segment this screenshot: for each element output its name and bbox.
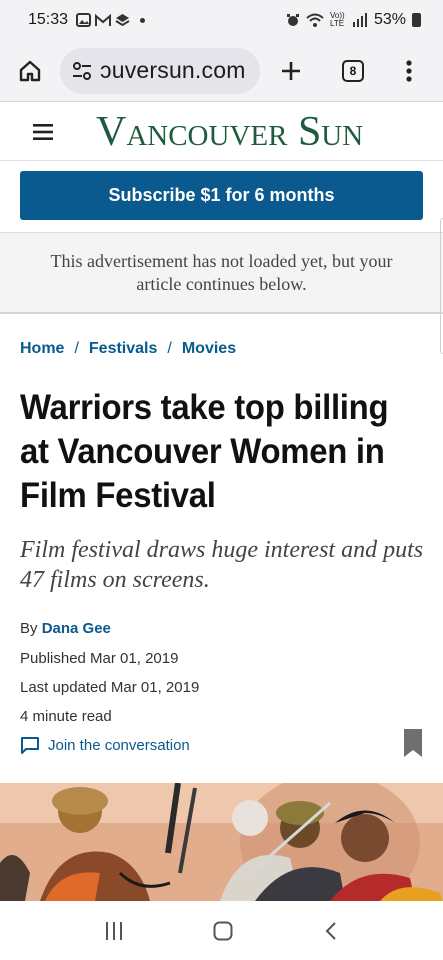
ad-placeholder: This advertisement has not loaded yet, b… xyxy=(0,232,443,314)
breadcrumb-home[interactable]: Home xyxy=(20,340,64,358)
join-conversation-link[interactable]: Join the conversation xyxy=(20,736,190,754)
back-nav-icon[interactable] xyxy=(325,921,337,941)
gallery-icon xyxy=(76,13,92,27)
home-nav-icon[interactable] xyxy=(213,921,233,941)
site-logo[interactable]: Vancouver Sun xyxy=(96,111,363,153)
breadcrumb-separator: / xyxy=(167,340,172,357)
battery-icon xyxy=(412,13,421,27)
status-time: 15:33 xyxy=(28,11,69,28)
bookmark-icon[interactable] xyxy=(402,728,424,758)
plus-icon xyxy=(282,61,300,80)
recents-bar xyxy=(112,921,115,940)
article-headline: Warriors take top billing at Vancouver W… xyxy=(20,388,389,515)
tab-count: 8 xyxy=(342,59,364,82)
wifi-icon xyxy=(306,13,324,27)
more-vert-icon xyxy=(406,59,412,82)
site-menu-button[interactable] xyxy=(0,103,86,161)
browser-toolbar: ɔuversun.com 8 xyxy=(0,40,443,102)
site-settings-icon[interactable] xyxy=(70,59,94,83)
updated-date: Last updated Mar 01, 2019 xyxy=(20,679,200,696)
breadcrumb: Home / Festivals / Movies xyxy=(20,340,236,358)
site-header: Vancouver Sun xyxy=(0,103,443,161)
tabs-button[interactable]: 8 xyxy=(322,40,384,102)
layers-icon xyxy=(115,14,130,27)
hero-scene xyxy=(0,783,443,901)
new-tab-button[interactable] xyxy=(260,40,322,102)
hamburger-icon xyxy=(33,123,53,140)
signal-icon xyxy=(352,13,367,27)
system-navigation-bar xyxy=(0,901,443,960)
subscribe-button[interactable]: Subscribe $1 for 6 months xyxy=(20,171,423,220)
home-button[interactable] xyxy=(0,40,60,102)
recents-bar xyxy=(105,921,108,940)
article-hero-image xyxy=(0,783,443,901)
alarm-icon xyxy=(286,14,299,26)
breadcrumb-movies[interactable]: Movies xyxy=(182,340,236,358)
breadcrumb-separator: / xyxy=(74,340,79,357)
comment-icon xyxy=(21,737,39,754)
ad-placeholder-text: This advertisement has not loaded yet, b… xyxy=(50,250,393,294)
gmail-icon xyxy=(95,13,112,26)
address-bar[interactable]: ɔuversun.com xyxy=(60,47,260,94)
notification-icons xyxy=(76,13,146,27)
published-date: Published Mar 01, 2019 xyxy=(20,650,179,667)
battery-percent: 53% xyxy=(373,11,406,28)
status-bar: 15:33 Vo)) LTE 53% xyxy=(0,0,443,40)
byline: By Dana Gee xyxy=(20,620,111,637)
more-notifications-dot xyxy=(140,17,146,23)
status-right: Vo)) LTE 53% xyxy=(286,11,421,29)
recents-button[interactable] xyxy=(105,921,122,940)
volte-label: Vo)) LTE xyxy=(329,11,345,28)
status-left: 15:33 xyxy=(28,11,146,29)
home-icon xyxy=(19,60,41,81)
read-time: 4 minute read xyxy=(20,708,112,725)
join-conversation-label: Join the conversation xyxy=(48,736,190,754)
article-dek: Film festival draws huge interest and pu… xyxy=(20,537,424,593)
recents-bar xyxy=(119,921,122,940)
author-link[interactable]: Dana Gee xyxy=(42,620,111,637)
browser-menu-button[interactable] xyxy=(384,40,434,102)
byline-prefix: By xyxy=(20,620,38,637)
breadcrumb-festivals[interactable]: Festivals xyxy=(89,340,157,358)
url-text: ɔuversun.com xyxy=(100,57,246,83)
